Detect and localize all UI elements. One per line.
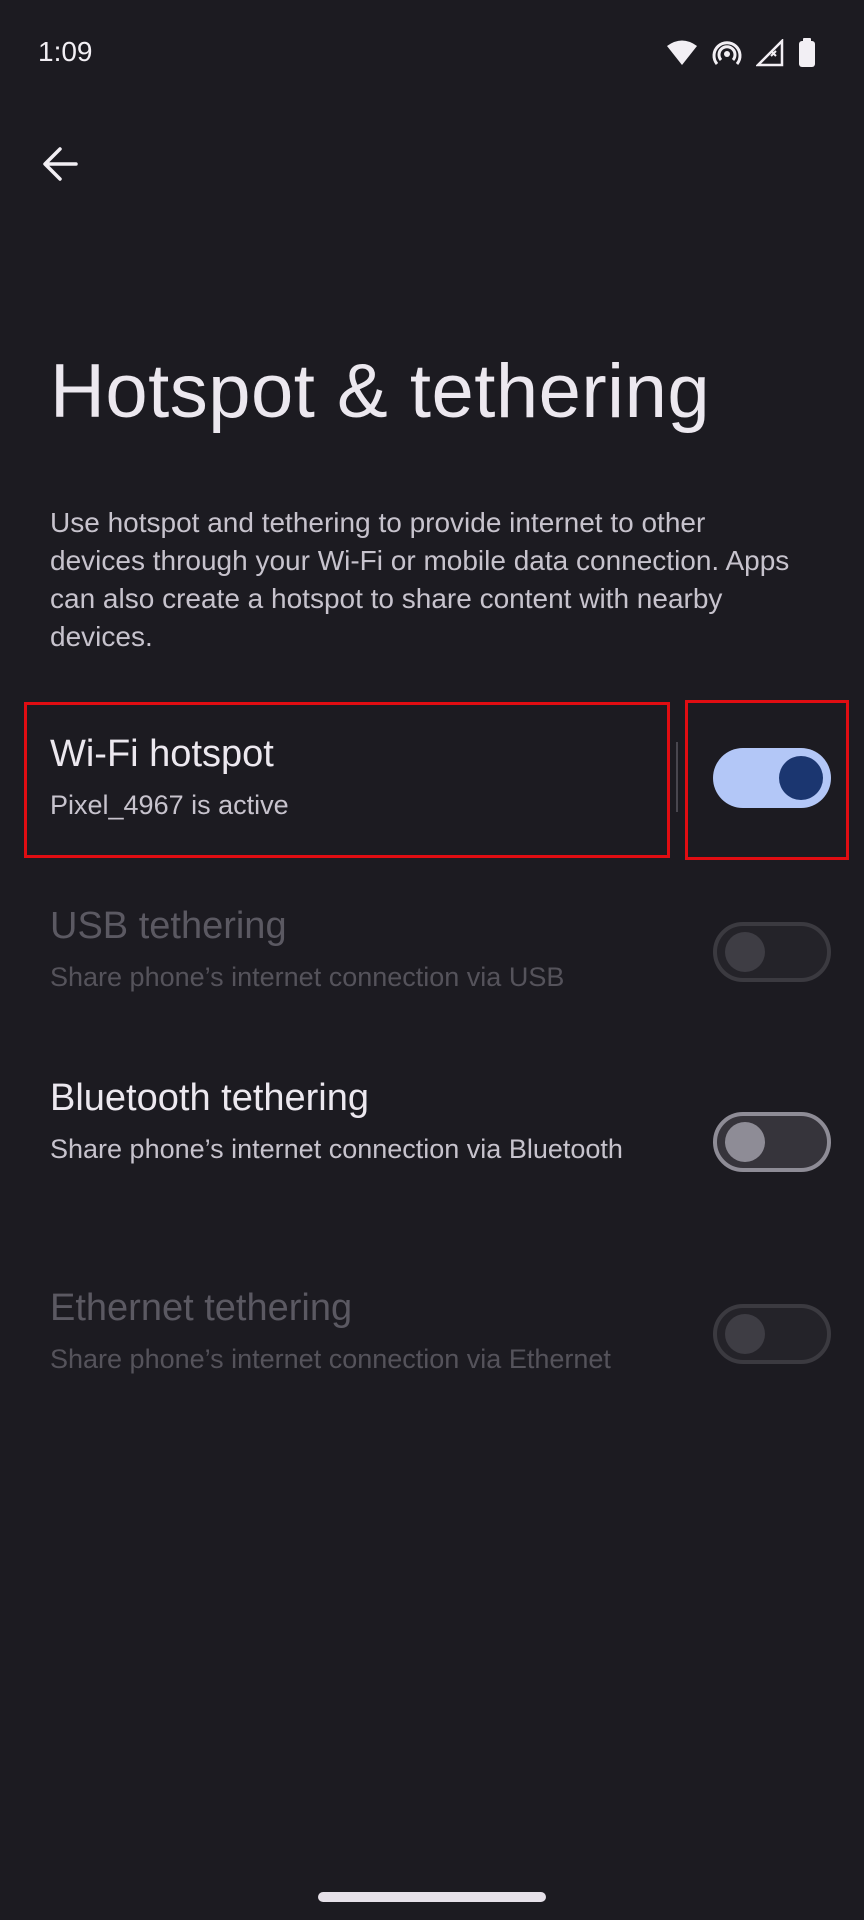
- status-icons: [666, 38, 816, 68]
- setting-title: Bluetooth tethering: [50, 1077, 370, 1119]
- wifi-hotspot-toggle[interactable]: [713, 748, 831, 808]
- setting-summary: Share phone’s internet connection via Et…: [50, 1344, 611, 1374]
- toggle-thumb: [779, 756, 823, 800]
- page-title: Hotspot & tethering: [50, 349, 711, 434]
- page-description: Use hotspot and tethering to provide int…: [50, 507, 790, 652]
- divider: [676, 742, 678, 812]
- setting-summary: Pixel_4967 is active: [50, 790, 289, 820]
- setting-summary: Share phone’s internet connection via Bl…: [50, 1134, 623, 1164]
- setting-text-wifi-hotspot[interactable]: Wi-Fi hotspot Pixel_4967 is active: [50, 730, 690, 824]
- setting-title: Wi-Fi hotspot: [50, 733, 274, 775]
- setting-text-ethernet-tethering: Ethernet tethering Share phone’s interne…: [50, 1284, 690, 1378]
- back-button[interactable]: [30, 136, 90, 196]
- ethernet-tethering-toggle: [713, 1304, 831, 1364]
- setting-title: Ethernet tethering: [50, 1287, 353, 1329]
- status-time: 1:09: [38, 36, 93, 67]
- setting-title: USB tethering: [50, 905, 287, 947]
- arrow-left-icon: [40, 144, 80, 189]
- wifi-icon: [666, 39, 698, 67]
- setting-summary: Share phone’s internet connection via US…: [50, 962, 565, 992]
- setting-text-usb-tethering: USB tethering Share phone’s internet con…: [50, 902, 690, 996]
- setting-text-bluetooth-tethering[interactable]: Bluetooth tethering Share phone’s intern…: [50, 1074, 690, 1168]
- toggle-thumb: [725, 1314, 765, 1354]
- toggle-thumb: [725, 932, 765, 972]
- hotspot-icon: [712, 38, 742, 68]
- battery-icon: [798, 38, 816, 68]
- toggle-thumb: [725, 1122, 765, 1162]
- bluetooth-tethering-toggle[interactable]: [713, 1112, 831, 1172]
- signal-icon: [756, 39, 784, 67]
- status-bar: 1:09: [0, 0, 864, 110]
- usb-tethering-toggle: [713, 922, 831, 982]
- gesture-nav-handle[interactable]: [318, 1892, 546, 1902]
